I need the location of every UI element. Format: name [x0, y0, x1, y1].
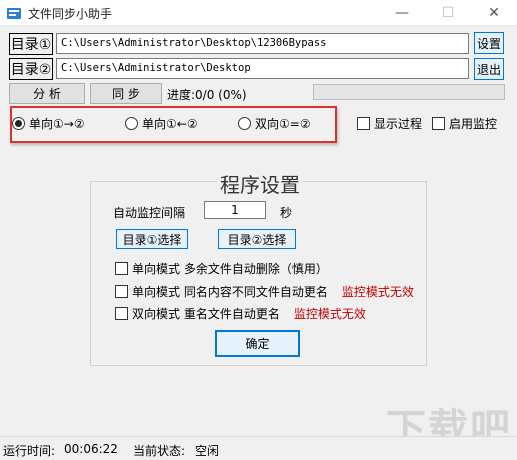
- dir1-path-field[interactable]: C:\Users\Administrator\Desktop\12306Bypa…: [56, 33, 469, 54]
- dir2-label: 目录②: [9, 58, 53, 80]
- runtime-value: 00:06:22: [64, 442, 118, 456]
- enable-monitor-label: 启用监控: [449, 117, 498, 131]
- settings-button[interactable]: 设置: [474, 32, 504, 54]
- mode-two-way-label: 双向①=②: [255, 117, 311, 131]
- option-auto-delete-label: 单向模式 多余文件自动删除（慎用）: [132, 262, 328, 276]
- checkbox-icon: [432, 117, 445, 130]
- radio-icon: [238, 117, 251, 130]
- option-auto-rename-twoway-label: 双向模式 重名文件自动更名: [132, 307, 280, 321]
- interval-label: 自动监控间隔: [113, 206, 186, 220]
- enable-monitor-checkbox[interactable]: 启用监控: [432, 115, 497, 132]
- option-auto-rename-twoway[interactable]: 双向模式 重名文件自动更名 监控模式无效: [115, 305, 366, 322]
- interval-input[interactable]: 1: [204, 201, 266, 219]
- mode-two-way[interactable]: 双向①=②: [238, 115, 311, 132]
- checkbox-icon: [357, 117, 370, 130]
- mode-one-way-1-to-2[interactable]: 单向①→②: [12, 115, 85, 132]
- interval-unit: 秒: [280, 206, 293, 220]
- checkbox-icon: [115, 262, 128, 275]
- show-process-label: 显示过程: [374, 117, 423, 131]
- close-icon: ✕: [488, 5, 500, 21]
- state-value: 空闲: [195, 444, 220, 458]
- status-bar: 运行时间: 00:06:22 当前状态: 空闲: [0, 436, 517, 460]
- option-auto-rename-oneway-label: 单向模式 同名内容不同文件自动更名: [132, 285, 328, 299]
- option-auto-rename-oneway[interactable]: 单向模式 同名内容不同文件自动更名 监控模式无效: [115, 283, 414, 300]
- monitor-invalid-warning: 监控模式无效: [293, 307, 366, 321]
- checkbox-icon: [115, 285, 128, 298]
- minimize-icon: —: [395, 5, 409, 21]
- analyze-button[interactable]: 分 析: [9, 83, 85, 104]
- state-label: 当前状态:: [133, 444, 186, 458]
- show-process-checkbox[interactable]: 显示过程: [357, 115, 422, 132]
- dir1-label: 目录①: [9, 33, 53, 55]
- close-button[interactable]: ✕: [471, 0, 517, 26]
- window-title: 文件同步小助手: [28, 7, 113, 21]
- select-dir2-button[interactable]: 目录②选择: [218, 229, 296, 249]
- dir2-path-field[interactable]: C:\Users\Administrator\Desktop: [56, 58, 469, 79]
- option-auto-delete[interactable]: 单向模式 多余文件自动删除（慎用）: [115, 260, 328, 277]
- app-icon: [6, 5, 22, 21]
- settings-panel-title: 程序设置: [217, 169, 303, 198]
- select-dir1-button[interactable]: 目录①选择: [116, 229, 188, 249]
- confirm-button[interactable]: 确定: [215, 330, 300, 357]
- radio-selected-icon: [12, 117, 25, 130]
- maximize-icon: ☐: [441, 5, 455, 21]
- maximize-button[interactable]: ☐: [425, 0, 471, 26]
- mode-one-way-2-to-1[interactable]: 单向①←②: [125, 115, 198, 132]
- title-bar: 文件同步小助手 — ☐ ✕: [0, 0, 517, 26]
- monitor-invalid-warning: 监控模式无效: [341, 285, 414, 299]
- mode-one-way-2-to-1-label: 单向①←②: [142, 117, 198, 131]
- mode-one-way-1-to-2-label: 单向①→②: [29, 117, 85, 131]
- exit-button[interactable]: 退出: [474, 58, 504, 80]
- checkbox-icon: [115, 307, 128, 320]
- runtime-label: 运行时间:: [3, 444, 56, 458]
- minimize-button[interactable]: —: [379, 0, 425, 26]
- progress-text: 进度:0/0 (0%): [167, 88, 247, 102]
- progress-bar: [313, 84, 505, 100]
- radio-icon: [125, 117, 138, 130]
- sync-button[interactable]: 同 步: [90, 83, 162, 104]
